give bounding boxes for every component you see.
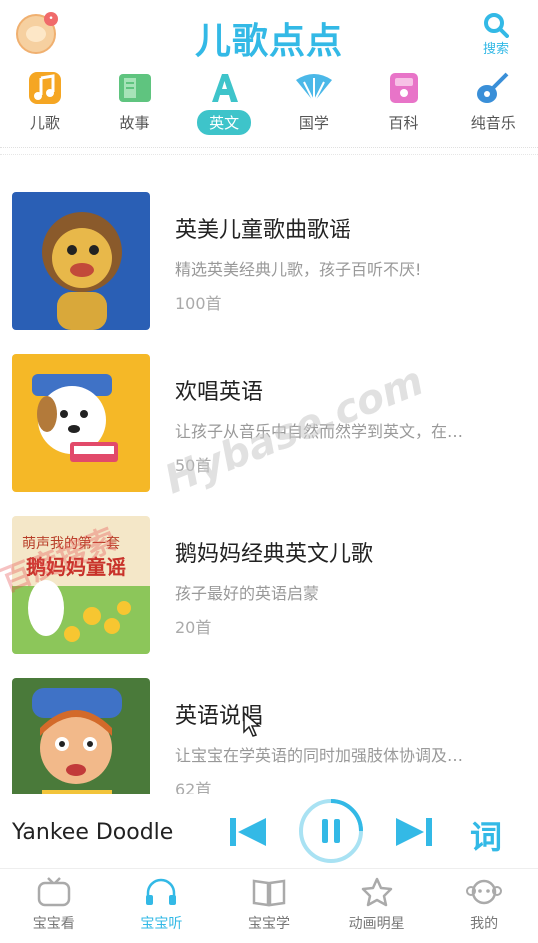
nav-label: 我的 [470, 916, 499, 932]
album-list: 英美儿童歌曲歌谣 精选英美经典儿歌，孩子百听不厌! 100首 欢唱英语 让孩子从… [0, 170, 538, 794]
nav-label: 动画明星 [348, 916, 405, 932]
lyrics-button[interactable]: 词 [470, 812, 502, 858]
tab-pure-music[interactable]: 纯音乐 [448, 70, 538, 148]
album-title: 鹅妈妈经典英文儿歌 [175, 542, 374, 567]
now-playing-title: Yankee Doodle [12, 820, 174, 845]
nav-mine[interactable]: 我的 [430, 869, 538, 943]
mini-player: Yankee Doodle 词 [0, 796, 538, 868]
album-count: 62首 [175, 780, 212, 794]
tab-label: 儿歌 [29, 114, 60, 132]
album-desc: 让宝宝在学英语的同时加强肢体协调及… [175, 746, 464, 765]
nav-learn[interactable]: 宝宝学 [215, 869, 323, 943]
album-desc: 孩子最好的英语启蒙 [175, 584, 320, 603]
list-item[interactable]: 英语说唱 让宝宝在学英语的同时加强肢体协调及… 62首 [0, 656, 538, 794]
album-title: 英美儿童歌曲歌谣 [175, 218, 352, 243]
monkey-icon [466, 879, 503, 905]
tab-label: 英文 [197, 110, 252, 135]
header: • 儿歌点点 搜索 [0, 0, 538, 68]
nav-label: 宝宝学 [247, 916, 290, 932]
star-icon [361, 877, 392, 907]
tab-label: 国学 [298, 114, 329, 132]
previous-track-button[interactable] [228, 814, 268, 850]
tab-classics[interactable]: 国学 [269, 70, 359, 148]
next-track-button[interactable] [394, 814, 434, 850]
fan-icon [295, 74, 332, 103]
nav-label: 宝宝听 [140, 916, 183, 932]
open-book-icon [252, 879, 286, 907]
category-tabs: 儿歌 故事 英文 国学 百科 纯音乐 [0, 70, 538, 148]
list-item[interactable]: 萌声我的第一套 鹅妈妈童谣 鹅妈妈经典英文儿歌 孩子最好的英语启蒙 20首 [0, 494, 538, 656]
album-desc: 让孩子从音乐中自然而然学到英文，在… [175, 422, 464, 441]
tab-english[interactable]: 英文 [179, 70, 269, 148]
tab-label: 百科 [388, 114, 419, 132]
album-count: 50首 [175, 456, 212, 475]
nav-label: 宝宝看 [32, 916, 75, 932]
tv-icon [37, 877, 71, 907]
album-cover-lion [12, 192, 150, 330]
cover-text-line1: 萌声我的第一套 [22, 535, 120, 552]
tab-kids-songs[interactable]: 儿歌 [0, 70, 90, 148]
search-icon [484, 13, 509, 38]
pause-button[interactable] [298, 798, 364, 864]
divider [0, 147, 538, 155]
album-desc: 精选英美经典儿歌，孩子百听不厌! [175, 260, 422, 279]
book-icon [118, 74, 151, 102]
album-title: 欢唱英语 [175, 380, 264, 405]
album-count: 20首 [175, 618, 212, 637]
guitar-icon [477, 72, 509, 103]
search-label: 搜索 [482, 42, 509, 57]
list-item[interactable]: 欢唱英语 让孩子从音乐中自然而然学到英文，在… 50首 [0, 332, 538, 494]
nav-watch[interactable]: 宝宝看 [0, 869, 108, 943]
nav-listen[interactable]: 宝宝听 [108, 869, 216, 943]
tab-label: 纯音乐 [470, 114, 516, 132]
album-cover-dog [12, 354, 150, 492]
tab-encyclopedia[interactable]: 百科 [359, 70, 449, 148]
search-button[interactable]: 搜索 [476, 10, 516, 60]
album-count: 100首 [175, 294, 222, 313]
album-cover-goose: 萌声我的第一套 鹅妈妈童谣 [12, 516, 150, 654]
app-logo: 儿歌点点 [194, 21, 343, 62]
headphones-icon [146, 878, 177, 905]
tab-stories[interactable]: 故事 [90, 70, 180, 148]
list-item[interactable]: 英美儿童歌曲歌谣 精选英美经典儿歌，孩子百听不厌! 100首 [0, 170, 538, 332]
music-note-icon [28, 72, 61, 104]
letter-a-icon [212, 74, 239, 102]
encyclopedia-icon [389, 73, 418, 103]
tab-label: 故事 [119, 114, 150, 132]
bottom-nav: 宝宝看 宝宝听 宝宝学 动画明星 我的 [0, 868, 538, 943]
album-cover-boy [12, 678, 150, 794]
mouse-cursor-icon [243, 712, 261, 737]
cover-text-line2: 鹅妈妈童谣 [26, 555, 126, 579]
nav-stars[interactable]: 动画明星 [323, 869, 431, 943]
